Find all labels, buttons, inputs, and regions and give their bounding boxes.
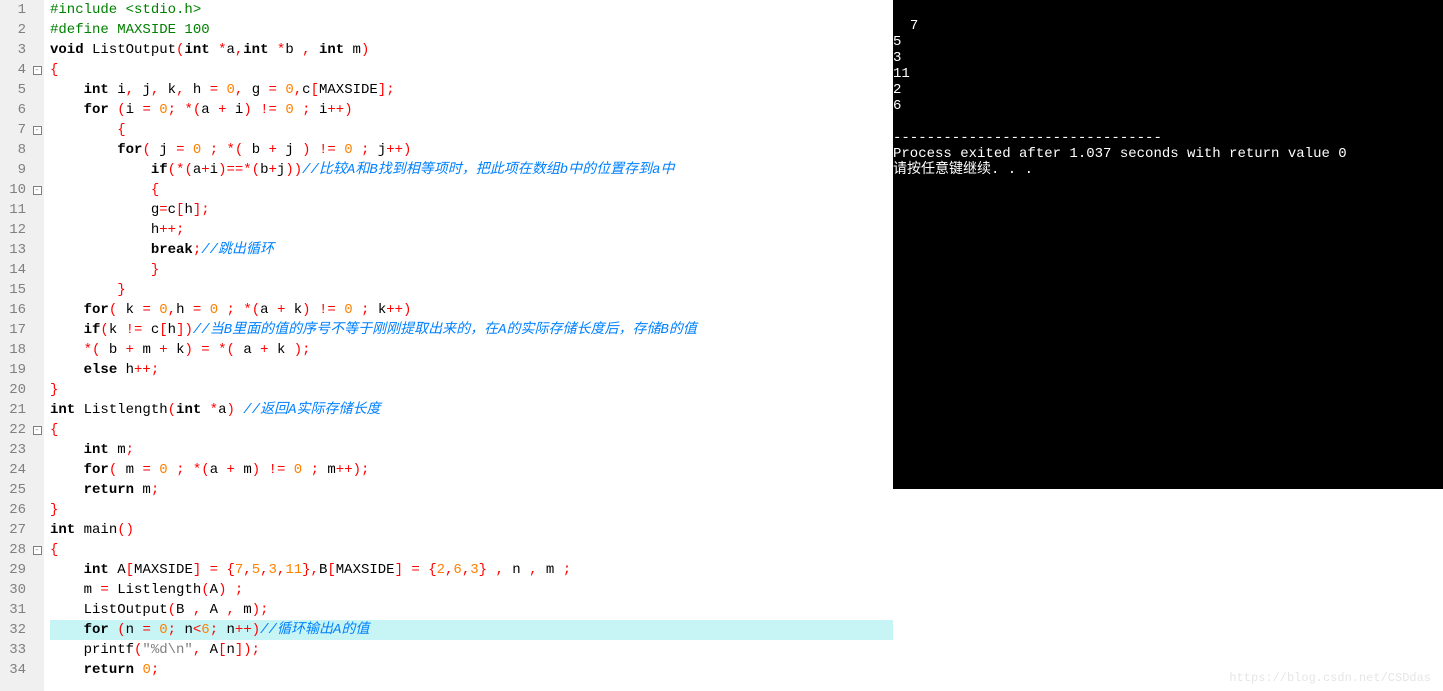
code-line[interactable]: for (n = 0; n<6; n++)//循环输出A的值 xyxy=(50,620,893,640)
line-number: 8 xyxy=(0,140,26,160)
line-number: 34 xyxy=(0,660,26,680)
code-line[interactable]: { xyxy=(50,60,893,80)
code-line[interactable]: return m; xyxy=(50,480,893,500)
line-number: 32 xyxy=(0,620,26,640)
line-number: 22 xyxy=(0,420,26,440)
line-number: 15 xyxy=(0,280,26,300)
line-number-gutter: 1234567891011121314151617181920212223242… xyxy=(0,0,30,691)
line-number: 16 xyxy=(0,300,26,320)
code-line[interactable]: } xyxy=(50,500,893,520)
code-line[interactable]: for( m = 0 ; *(a + m) != 0 ; m++); xyxy=(50,460,893,480)
fold-toggle-icon[interactable]: - xyxy=(33,186,42,195)
code-line[interactable]: *( b + m + k) = *( a + k ); xyxy=(50,340,893,360)
code-line[interactable]: return 0; xyxy=(50,660,893,680)
code-line[interactable]: int Listlength(int *a) //返回A实际存储长度 xyxy=(50,400,893,420)
line-number: 31 xyxy=(0,600,26,620)
line-number: 33 xyxy=(0,640,26,660)
fold-gutter[interactable]: - - - - - xyxy=(30,0,44,691)
line-number: 3 xyxy=(0,40,26,60)
code-area[interactable]: #include <stdio.h>#define MAXSIDE 100voi… xyxy=(44,0,893,691)
code-line[interactable]: if(*(a+i)==*(b+j))//比较A和B找到相等项时，把此项在数组b中… xyxy=(50,160,893,180)
code-line[interactable]: #define MAXSIDE 100 xyxy=(50,20,893,40)
fold-toggle-icon[interactable]: - xyxy=(33,126,42,135)
code-line[interactable]: } xyxy=(50,380,893,400)
code-line[interactable]: int main() xyxy=(50,520,893,540)
line-number: 24 xyxy=(0,460,26,480)
line-number: 30 xyxy=(0,580,26,600)
code-line[interactable]: for( k = 0,h = 0 ; *(a + k) != 0 ; k++) xyxy=(50,300,893,320)
line-number: 1 xyxy=(0,0,26,20)
code-line[interactable]: int i, j, k, h = 0, g = 0,c[MAXSIDE]; xyxy=(50,80,893,100)
code-line[interactable]: { xyxy=(50,540,893,560)
fold-toggle-icon[interactable]: - xyxy=(33,66,42,75)
code-line[interactable]: for( j = 0 ; *( b + j ) != 0 ; j++) xyxy=(50,140,893,160)
line-number: 10 xyxy=(0,180,26,200)
line-number: 26 xyxy=(0,500,26,520)
line-number: 18 xyxy=(0,340,26,360)
terminal-output: 7 5 3 11 2 6 ---------------------------… xyxy=(893,0,1443,489)
line-number: 11 xyxy=(0,200,26,220)
line-number: 12 xyxy=(0,220,26,240)
line-number: 7 xyxy=(0,120,26,140)
code-editor[interactable]: 1234567891011121314151617181920212223242… xyxy=(0,0,893,691)
code-line[interactable]: h++; xyxy=(50,220,893,240)
line-number: 5 xyxy=(0,80,26,100)
line-number: 27 xyxy=(0,520,26,540)
code-line[interactable]: m = Listlength(A) ; xyxy=(50,580,893,600)
line-number: 25 xyxy=(0,480,26,500)
line-number: 13 xyxy=(0,240,26,260)
line-number: 9 xyxy=(0,160,26,180)
code-line[interactable]: if(k != c[h])//当B里面的值的序号不等于刚刚提取出来的，在A的实际… xyxy=(50,320,893,340)
code-line[interactable]: else h++; xyxy=(50,360,893,380)
line-number: 2 xyxy=(0,20,26,40)
watermark: https://blog.csdn.net/CSDdas xyxy=(1229,671,1431,685)
line-number: 6 xyxy=(0,100,26,120)
code-line[interactable]: g=c[h]; xyxy=(50,200,893,220)
code-line[interactable]: int A[MAXSIDE] = {7,5,3,11},B[MAXSIDE] =… xyxy=(50,560,893,580)
code-line[interactable]: { xyxy=(50,180,893,200)
line-number: 19 xyxy=(0,360,26,380)
fold-toggle-icon[interactable]: - xyxy=(33,426,42,435)
line-number: 23 xyxy=(0,440,26,460)
code-line[interactable]: for (i = 0; *(a + i) != 0 ; i++) xyxy=(50,100,893,120)
code-line[interactable]: break;//跳出循环 xyxy=(50,240,893,260)
line-number: 29 xyxy=(0,560,26,580)
code-line[interactable]: { xyxy=(50,420,893,440)
code-line[interactable]: } xyxy=(50,260,893,280)
code-line[interactable]: } xyxy=(50,280,893,300)
code-line[interactable]: int m; xyxy=(50,440,893,460)
code-line[interactable]: printf("%d\n", A[n]); xyxy=(50,640,893,660)
line-number: 28 xyxy=(0,540,26,560)
line-number: 20 xyxy=(0,380,26,400)
code-line[interactable]: { xyxy=(50,120,893,140)
fold-toggle-icon[interactable]: - xyxy=(33,546,42,555)
line-number: 4 xyxy=(0,60,26,80)
code-line[interactable]: #include <stdio.h> xyxy=(50,0,893,20)
line-number: 14 xyxy=(0,260,26,280)
line-number: 17 xyxy=(0,320,26,340)
terminal-text: 7 5 3 11 2 6 ---------------------------… xyxy=(893,18,1347,178)
code-line[interactable]: ListOutput(B , A , m); xyxy=(50,600,893,620)
line-number: 21 xyxy=(0,400,26,420)
code-line[interactable]: void ListOutput(int *a,int *b , int m) xyxy=(50,40,893,60)
